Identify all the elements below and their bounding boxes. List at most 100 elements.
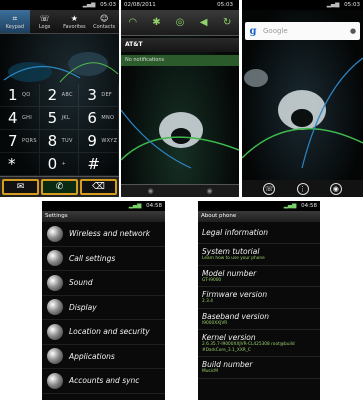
key-8[interactable]: 8 TUV	[39, 130, 80, 153]
location-icon	[47, 323, 63, 340]
settings-item-sound[interactable]: Sound	[42, 271, 165, 296]
sound-icon	[47, 274, 63, 291]
call-button[interactable]: ✆	[41, 179, 78, 195]
settings-item-label: Accounts and sync	[69, 376, 140, 386]
about-firmware: Firmware version 2.3.4	[198, 287, 320, 309]
dialer-screen: ▂▄▆ 05:03 ⌗ Keypad ☏ Logs ★ Favorites ☺ …	[0, 0, 119, 197]
carrier-label: AT&T	[121, 38, 239, 52]
signal-icon: ▂▄▆	[326, 2, 340, 8]
about-row-title: Kernel version	[202, 333, 256, 342]
sound-toggle[interactable]: ◀	[192, 10, 216, 35]
key-letters: PQRS	[22, 138, 37, 144]
key-digit: 3	[87, 86, 97, 104]
key-5[interactable]: 5 JKL	[39, 107, 80, 130]
key-digit: 9	[87, 132, 97, 150]
key-digit: 8	[47, 132, 58, 150]
signal-icon: ▂▄▆	[82, 2, 96, 8]
about-row-title: Model number	[202, 268, 257, 278]
key-digit: 4	[8, 109, 18, 127]
status-bar: ▂▄▆ 05:03	[242, 0, 363, 10]
key-9[interactable]: 9 WXYZ	[79, 130, 119, 153]
bluetooth-toggle[interactable]: ✱	[145, 10, 169, 35]
key-6[interactable]: 6 MNO	[79, 107, 119, 130]
shade-handle[interactable]: ◉ ◉	[121, 184, 239, 197]
tab-favorites[interactable]: ★ Favorites	[60, 10, 90, 33]
status-bar: ▂▄▆ 04:58	[42, 201, 165, 211]
wallpaper-art	[242, 57, 363, 169]
key-digit: *	[8, 155, 16, 173]
key-letters: MNO	[101, 115, 115, 121]
settings-item-accounts[interactable]: Accounts and sync	[42, 369, 165, 394]
about-row-value: 2.3.4	[202, 299, 213, 304]
about-row-title: Legal information	[202, 228, 269, 237]
settings-item-wireless[interactable]: Wireless and network	[42, 222, 165, 247]
key-letters: TUV	[61, 138, 73, 144]
settings-item-applications[interactable]: Applications	[42, 345, 165, 369]
tab-keypad[interactable]: ⌗ Keypad	[0, 10, 30, 33]
about-row-value: 2.6.35.7-I9000XXJVR-CL425308 root@build …	[202, 342, 295, 353]
gps-toggle[interactable]: ◎	[168, 10, 192, 35]
about-row-value: GT-I9000	[202, 277, 222, 283]
tab-contacts[interactable]: ☺ Contacts	[89, 10, 119, 33]
about-tutorial[interactable]: System tutorial Learn how to use your pho…	[198, 244, 320, 266]
search-input[interactable]: Google	[261, 27, 346, 35]
wifi-toggle[interactable]: ◠	[121, 10, 145, 35]
key-4[interactable]: 4 GHI	[0, 107, 40, 130]
status-time: 04:58	[301, 203, 317, 209]
tab-logs[interactable]: ☏ Logs	[30, 10, 60, 33]
message-button[interactable]: ✉	[2, 179, 39, 195]
backspace-icon: ⌫	[92, 182, 105, 192]
key-digit: 1	[8, 86, 18, 104]
google-search-widget[interactable]: g Google ●	[245, 22, 360, 40]
key-hash[interactable]: #	[79, 153, 119, 176]
key-1[interactable]: 1 QO	[0, 84, 40, 107]
status-bar: ▂▄▆ 04:58	[198, 201, 320, 211]
settings-item-location[interactable]: Location and security	[42, 320, 165, 345]
delete-button[interactable]: ⌫	[80, 179, 117, 195]
notification-shade: 02/08/2011 05:03 ◠ ✱ ◎ ◀ ↻ AT&T No notif…	[121, 0, 239, 197]
browser-icon[interactable]: ◉	[329, 182, 342, 195]
key-7[interactable]: 7 PQRS	[0, 130, 40, 153]
settings-item-label: Sound	[69, 278, 93, 288]
keypad-icon: ⌗	[12, 13, 18, 23]
home-screen: ▂▄▆ 05:03 g Google ● ☏ ⋮ ◉	[242, 0, 363, 197]
key-0[interactable]: 0 +	[39, 153, 80, 176]
signal-icon: ▂▄▆	[283, 203, 297, 209]
tab-label: Favorites	[63, 23, 86, 30]
number-field[interactable]	[0, 34, 119, 84]
settings-item-call[interactable]: Call settings	[42, 247, 165, 271]
app-drawer-icon[interactable]: ⋮	[296, 182, 309, 195]
about-list: Legal information System tutorial Learn h…	[198, 222, 320, 400]
settings-item-label: Display	[69, 302, 97, 312]
settings-item-display[interactable]: Display	[42, 296, 165, 320]
envelope-icon: ✉	[16, 182, 25, 192]
about-row-value: MusicM	[202, 369, 218, 374]
key-digit: 6	[87, 109, 97, 127]
about-legal[interactable]: Legal information	[198, 222, 320, 244]
gps-icon: ◎	[175, 17, 185, 28]
status-bar: ▂▄▆ 05:03	[0, 0, 119, 10]
contacts-icon: ☺	[99, 13, 109, 23]
phone-icon[interactable]: ☏	[263, 182, 276, 195]
wifi-icon: ◠	[128, 17, 138, 28]
settings-item-label: Location and security	[69, 327, 150, 337]
about-build: Build number MusicM	[198, 357, 320, 379]
key-2[interactable]: 2 ABC	[39, 84, 80, 107]
keypad: 1 QO 2 ABC 3 DEF 4 GHI 5 JKL 6 MNO 7 PQRS 8 TUV …	[0, 84, 119, 176]
sync-toggle[interactable]: ↻	[215, 10, 239, 35]
dock-icon: ◉	[206, 187, 213, 195]
about-model: Model number GT-I9000	[198, 266, 320, 287]
tab-label: Contacts	[93, 23, 116, 30]
about-row-title: Baseband version	[202, 311, 269, 321]
status-time: 05:03	[100, 2, 116, 8]
key-letters: DEF	[101, 92, 113, 98]
key-star[interactable]: *	[0, 153, 40, 176]
no-notifications-label: No notifications	[121, 55, 239, 66]
home-dock: ☏ ⋮ ◉	[242, 180, 363, 197]
phone-icon: ✆	[55, 182, 64, 192]
microphone-icon[interactable]: ●	[346, 27, 360, 35]
key-3[interactable]: 3 DEF	[79, 84, 119, 107]
logs-icon: ☏	[39, 13, 50, 23]
key-letters: +	[61, 161, 67, 167]
key-digit: 7	[8, 132, 18, 150]
